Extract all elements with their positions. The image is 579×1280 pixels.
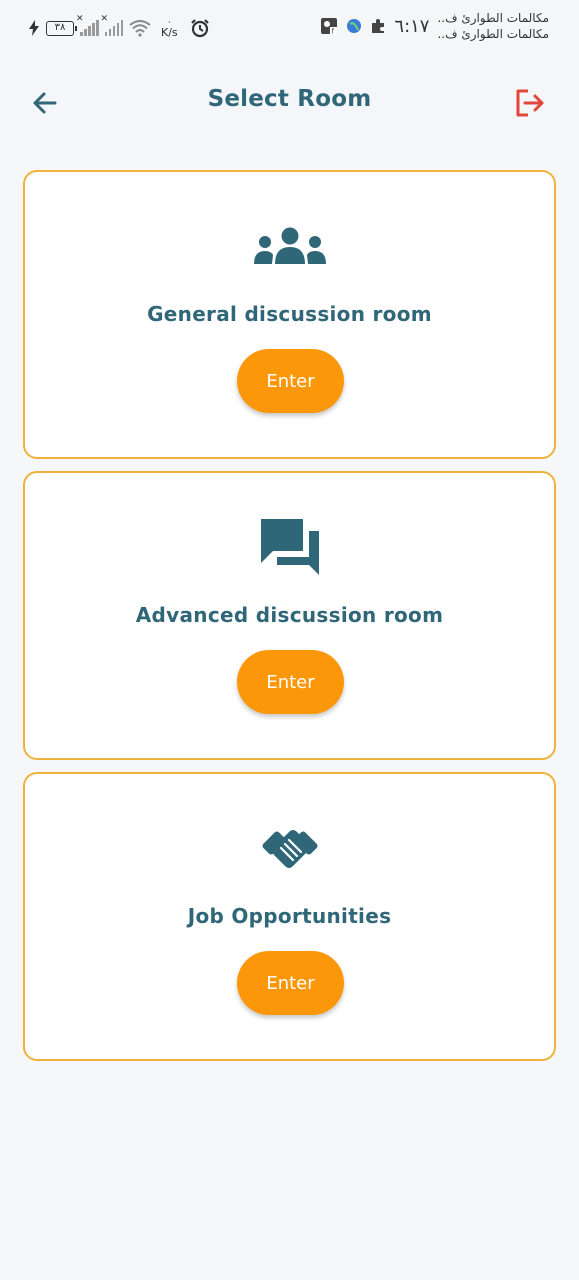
charging-icon <box>29 20 39 36</box>
notification-line-1: مكالمات الطوارئ ف.. <box>437 11 549 25</box>
puzzle-icon <box>372 19 385 33</box>
status-right: f ٦:١٧ مكالمات الطوارئ ف.. مكالمات الطوا… <box>320 10 549 42</box>
room-title: Job Opportunities <box>187 904 392 928</box>
signal-1-icon: ✕ <box>76 14 99 36</box>
app-bar: Select Room <box>0 56 579 150</box>
room-card-advanced[interactable]: Advanced discussion room Enter <box>23 471 556 760</box>
room-card-jobs[interactable]: Job Opportunities Enter <box>23 772 556 1061</box>
logout-icon <box>516 89 544 117</box>
battery-indicator: ٣٨ <box>46 20 77 36</box>
notification-text: مكالمات الطوارئ ف.. مكالمات الطوارئ ف.. <box>437 10 549 42</box>
enter-button[interactable]: Enter <box>237 349 344 413</box>
contact-card-icon: f <box>321 18 338 35</box>
room-card-general[interactable]: General discussion room Enter <box>23 170 556 459</box>
chat-bubbles-icon <box>260 519 319 575</box>
alarm-icon <box>190 19 209 38</box>
group-icon <box>253 227 326 264</box>
room-title: Advanced discussion room <box>135 603 444 627</box>
status-bar: ٣٨ ✕ ✕ · K/s f ٦:١٧ مكالمات الطوارئ ف.. … <box>0 0 579 56</box>
signal-2-icon: ✕ <box>101 14 123 36</box>
logout-button[interactable] <box>513 86 547 120</box>
status-left: ٣٨ ✕ ✕ · K/s <box>28 14 210 42</box>
speed-unit: K/s <box>161 25 178 39</box>
network-speed: · K/s <box>161 17 178 39</box>
notification-line-2: مكالمات الطوارئ ف.. <box>437 27 549 41</box>
handshake-icon <box>262 830 317 868</box>
clock: ٦:١٧ <box>394 15 430 37</box>
wifi-icon <box>129 20 151 37</box>
room-title: General discussion room <box>147 302 432 326</box>
enter-button[interactable]: Enter <box>237 951 344 1015</box>
enter-button[interactable]: Enter <box>237 650 344 714</box>
page-title: Select Room <box>207 86 372 112</box>
globe-icon <box>347 19 362 33</box>
